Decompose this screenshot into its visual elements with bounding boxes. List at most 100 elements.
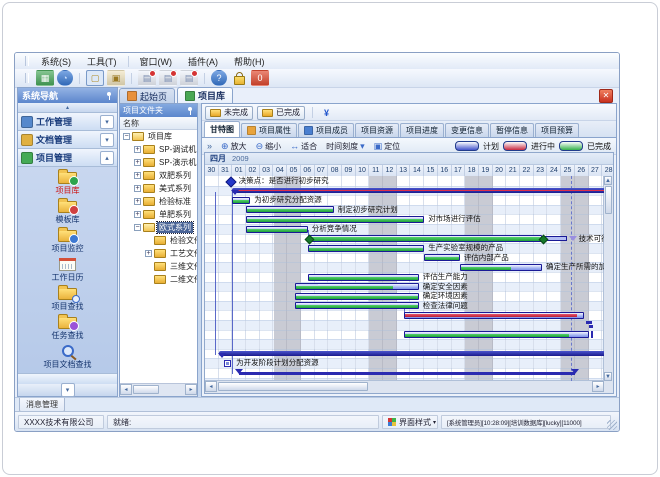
expand-icon[interactable]: +	[145, 250, 152, 257]
gantt-bar[interactable]	[460, 264, 542, 271]
gantt-tab-5[interactable]: 项目进度	[400, 123, 444, 137]
expand-icon[interactable]: +	[134, 211, 141, 218]
gantt-tab-2[interactable]: 项目属性	[241, 123, 297, 137]
tree-node[interactable]: +工艺文件	[145, 247, 197, 259]
filter-button-1[interactable]: 未完成	[205, 106, 253, 120]
tree-node[interactable]: 二维文件	[145, 273, 197, 285]
expand-icon[interactable]: +	[134, 146, 141, 153]
scroll-left-icon[interactable]: ◂	[205, 381, 217, 392]
gantt-tool-5[interactable]: ▣定位	[374, 141, 401, 152]
chevron-up-icon[interactable]: ▴	[100, 151, 114, 165]
gantt-range-bar[interactable]	[239, 372, 575, 375]
collapse-icon[interactable]: −	[134, 224, 141, 231]
tree-node[interactable]: +SP-调试机系	[134, 143, 197, 155]
sidebar-item-1[interactable]: 项目库	[18, 167, 117, 196]
scroll-right-icon[interactable]: ▸	[592, 381, 604, 392]
sidebar-item-6[interactable]: 任务查找	[18, 312, 117, 341]
lock-icon[interactable]	[230, 70, 248, 86]
expand-icon[interactable]: +	[134, 172, 141, 179]
doc-tab-2[interactable]: 项目库	[177, 87, 233, 103]
sidebar-item-2[interactable]: 模板库	[18, 196, 117, 225]
filter-button-2[interactable]: 已完成	[257, 106, 305, 120]
scroll-thumb[interactable]	[218, 382, 368, 391]
scroll-right-icon[interactable]: ▸	[185, 384, 197, 395]
tree-node[interactable]: −项目库	[123, 130, 174, 142]
gantt-bar[interactable]	[308, 245, 424, 252]
sidebar-item-4[interactable]: 工作日历	[18, 254, 117, 283]
scroll-thumb[interactable]	[605, 186, 612, 214]
gantt-tab-3[interactable]: 项目成员	[298, 123, 354, 137]
gantt-bar[interactable]	[404, 331, 589, 338]
scroll-up-icon[interactable]: ▲	[604, 176, 612, 185]
sidebar-group-2[interactable]: 文档管理▾	[18, 131, 117, 149]
menu-item-4[interactable]: 插件(A)	[180, 54, 226, 69]
gantt-bar[interactable]	[246, 226, 308, 233]
menu-item-3[interactable]: 窗口(W)	[132, 54, 181, 69]
gantt-bar[interactable]	[232, 197, 250, 204]
pin-icon[interactable]	[186, 107, 194, 115]
report-add-icon[interactable]: ▤	[159, 70, 177, 86]
resize-grip[interactable]	[607, 420, 617, 430]
tree-node[interactable]: −欧式系列	[134, 221, 193, 233]
pin-icon[interactable]	[105, 92, 113, 100]
gantt-tool-2[interactable]: ⊖缩小	[256, 141, 282, 152]
tree-node[interactable]: +SP-演示机系	[134, 156, 197, 168]
doc-tab-1[interactable]: 起始页	[119, 88, 175, 103]
sidebar-item-7[interactable]: 项目文档查找	[18, 341, 117, 370]
report-sync-icon[interactable]: ▤	[180, 70, 198, 86]
help-icon[interactable]: ?	[211, 70, 227, 86]
gantt-tool-1[interactable]: ⊕放大	[221, 141, 247, 152]
gantt-tool-4[interactable]: 时间刻度▾	[326, 141, 365, 152]
folder-window-icon[interactable]: ▣	[107, 70, 125, 86]
tree-node[interactable]: +美式系列	[134, 182, 193, 194]
task-group-icon[interactable]	[224, 360, 231, 367]
gantt-tab-1[interactable]: 甘特图	[204, 121, 240, 137]
gantt-bar[interactable]	[295, 283, 418, 290]
menu-item-2[interactable]: 工具(T)	[79, 54, 125, 69]
expand-icon[interactable]: +	[134, 185, 141, 192]
gantt-bar[interactable]	[295, 302, 418, 309]
expand-icon[interactable]: +	[134, 198, 141, 205]
gantt-hscrollbar[interactable]: ◂▸	[205, 380, 604, 393]
tree-node[interactable]: 三维文件	[145, 260, 197, 272]
tree-node[interactable]: +检验标准	[134, 195, 193, 207]
chevron-down-icon[interactable]: ▾	[100, 115, 114, 129]
logout-icon[interactable]: 0	[251, 70, 269, 86]
gantt-bar[interactable]	[308, 274, 419, 281]
style-button[interactable]: 界面样式 ▾	[382, 415, 438, 429]
chevron-down-icon[interactable]: ▾	[100, 133, 114, 147]
globe-icon[interactable]: ◔	[57, 70, 73, 86]
gantt-tab-4[interactable]: 项目资源	[355, 123, 399, 137]
scroll-down-icon[interactable]: ▼	[604, 372, 612, 381]
gantt-vscrollbar[interactable]: ▲▼	[603, 176, 613, 381]
report-delete-icon[interactable]: ▤	[138, 70, 156, 86]
menu-item-5[interactable]: 帮助(H)	[226, 54, 273, 69]
sidebar-group-1[interactable]: 工作管理▾	[18, 113, 117, 131]
collapse-icon[interactable]: −	[123, 133, 130, 140]
tree-hscrollbar[interactable]: ◂▸	[120, 383, 197, 396]
folder-open-icon[interactable]: ▢	[86, 70, 104, 86]
gantt-summary-bar[interactable]	[232, 188, 604, 193]
gantt-tool-3[interactable]: ↔适合	[290, 141, 317, 152]
gantt-bar[interactable]	[246, 216, 424, 223]
tree-node[interactable]: 检验文件	[145, 234, 197, 246]
gantt-tab-7[interactable]: 暂停信息	[490, 123, 534, 137]
sidebar-scroll-up[interactable]: ▴	[18, 103, 117, 113]
scroll-thumb[interactable]	[133, 385, 159, 394]
sidebar-item-3[interactable]: 项目监控	[18, 225, 117, 254]
close-icon[interactable]: ✕	[599, 89, 613, 103]
currency-icon[interactable]: ¥	[324, 108, 329, 118]
gantt-bar[interactable]	[246, 206, 334, 213]
gantt-bar[interactable]	[295, 293, 418, 300]
gantt-bar[interactable]	[404, 312, 585, 319]
gantt-tab-6[interactable]: 变更信息	[445, 123, 489, 137]
scroll-left-icon[interactable]: ◂	[120, 384, 132, 395]
expand-icon[interactable]: +	[134, 159, 141, 166]
dock-tab-messages[interactable]: 消息管理	[19, 398, 65, 412]
gantt-summary-bar[interactable]	[219, 351, 604, 356]
tree-node[interactable]: +单肥系列	[134, 208, 193, 220]
more-icon[interactable]: »	[207, 141, 212, 151]
sidebar-item-5[interactable]: 项目查找	[18, 283, 117, 312]
tree-node[interactable]: +双肥系列	[134, 169, 193, 181]
sidebar-scroll-down[interactable]: ▾	[18, 384, 117, 396]
